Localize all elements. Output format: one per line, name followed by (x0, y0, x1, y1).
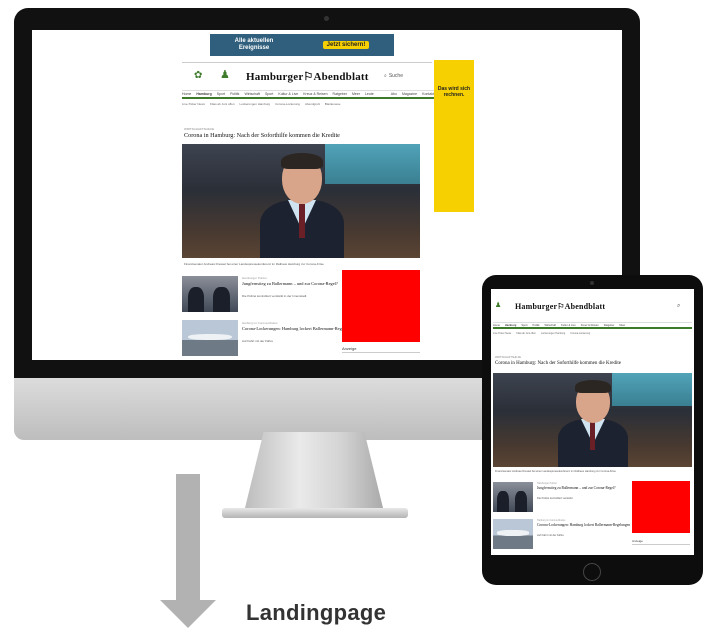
monitor-stand (244, 432, 384, 512)
main-nav: Home Hamburg Sport Politik Wirtschaft Sp… (182, 90, 434, 99)
home-button (583, 563, 601, 581)
tablet-red-ad-box[interactable] (632, 481, 690, 533)
person-figure (551, 378, 635, 467)
nav-item[interactable]: Meer (619, 324, 625, 327)
teaser-1-text: Die Polizei kontrolliert verstärkt in de… (242, 294, 307, 298)
down-arrow-icon (160, 600, 216, 628)
tablet-headline[interactable]: Corona in Hamburg: Nach der Soforthilfe … (495, 361, 621, 366)
top-link-divider (182, 62, 432, 63)
teaser-2-title[interactable]: Corona-Lockerungen: Hamburg lockert Ball… (242, 326, 356, 331)
nav-item[interactable]: Kultur & Live (561, 324, 576, 327)
tablet-teaser-2-title[interactable]: Corona-Lockerungen: Hamburg lockert Ball… (537, 523, 630, 527)
tablet-search-icon[interactable]: ⌕ (677, 303, 680, 310)
sub-nav: Live-Ticker News Kitas ab Juni offen Loc… (182, 102, 434, 108)
nav-item[interactable]: Leute (365, 92, 374, 96)
user-icon[interactable]: ♟ (220, 68, 230, 82)
article-headline[interactable]: Corona in Hamburg: Nach der Soforthilfe … (184, 132, 340, 139)
tablet-camera (590, 281, 594, 285)
subnav-item[interactable]: Corona-Lockerung (275, 102, 300, 108)
tablet-nav: Home Hamburg Sport Politik Wirtschaft Ku… (493, 322, 692, 329)
nav-item[interactable]: Sport (217, 92, 225, 96)
subnav-item[interactable]: Abendgruß (305, 102, 320, 108)
top-ad-banner[interactable]: Alle aktuellen Ereignisse Jetzt sichern! (210, 34, 394, 56)
nav-item[interactable]: Politik (230, 92, 239, 96)
search-box[interactable]: ⌕ Suche (384, 73, 403, 79)
nav-item[interactable]: Ratgeber (333, 92, 347, 96)
tablet-teaser-2-text: Auf Fahrt mit der Fähre (537, 534, 564, 537)
tablet-logo[interactable]: Hamburger⚐Abendblatt (515, 302, 605, 311)
nav-item[interactable]: Hamburg (505, 324, 516, 327)
nav-item[interactable]: Meer (352, 92, 360, 96)
nav-item[interactable]: Wirtschaft (544, 324, 556, 327)
nav-item[interactable]: Kreuz & Reisen (581, 324, 599, 327)
person-figure (252, 150, 352, 258)
tablet-side-divider (632, 544, 690, 545)
teaser-1-title[interactable]: Jungfernstieg zu Ballermann – und zur Co… (242, 281, 338, 286)
nav-item[interactable]: Politik (533, 324, 540, 327)
tablet-side-ad-label: Anzeige (632, 539, 643, 543)
site-logo[interactable]: Hamburger⚐Abendblatt (246, 70, 369, 83)
subnav-item[interactable]: Live-Ticker News (493, 332, 511, 337)
tablet-kicker: Wirtschaftshilfe (495, 356, 522, 359)
landingpage-label: Landingpage (246, 600, 387, 625)
tablet-teaser-2-kicker: Harburg im Corona-Modus (537, 519, 566, 522)
subnav-item[interactable]: Live-Ticker News (182, 102, 205, 108)
nav-item[interactable]: Sport (521, 324, 527, 327)
tablet-hero-image[interactable] (493, 373, 692, 467)
subnav-item[interactable]: Blankenese (325, 102, 341, 108)
nav-item[interactable]: Kreuz & Reisen (303, 92, 327, 96)
teaser-2-image[interactable] (182, 320, 238, 356)
red-ad-box[interactable] (342, 270, 420, 342)
teaser-1-image[interactable] (182, 276, 238, 312)
tablet-screen: ♟ Hamburger⚐Abendblatt ⌕ Home Hamburg Sp… (491, 289, 694, 555)
search-label: Suche (388, 73, 403, 79)
tablet-teaser-1-text: Die Polizei kontrolliert verstärkt (537, 497, 573, 500)
teaser-2-kicker: Harburg im Corona-Modus (242, 321, 278, 325)
nav-item[interactable]: Abo (391, 92, 397, 96)
ad-cta-button[interactable]: Jetzt sichern! (322, 41, 370, 49)
subnav-item[interactable]: Kitas ab Juni offen (210, 102, 235, 108)
side-ad-label: Anzeige (342, 346, 357, 351)
responsive-mockup-stage: Alle aktuellen Ereignisse Jetzt sichern!… (0, 0, 721, 633)
nav-item[interactable]: Hamburg (196, 92, 211, 96)
subnav-item[interactable]: Kitas ab Juni offen (516, 332, 536, 337)
search-icon: ⌕ (384, 73, 387, 79)
nav-item[interactable]: Kultur & Live (278, 92, 298, 96)
tablet-caption: Finanzsenator Andreas Dressel bei einer … (495, 470, 616, 473)
nav-item[interactable]: Home (182, 92, 191, 96)
ad-line-1: Alle aktuellen (234, 38, 274, 45)
nav-item[interactable]: Sport (265, 92, 273, 96)
ad-line-2: Ereignisse (238, 45, 270, 51)
tablet-teaser-1-image[interactable] (493, 482, 533, 512)
side-ad-skyscraper[interactable]: Das wird sich rechnen. (434, 60, 474, 212)
tablet-device: ♟ Hamburger⚐Abendblatt ⌕ Home Hamburg Sp… (482, 275, 703, 585)
nav-item[interactable]: Ratgeber (604, 324, 615, 327)
monitor-foot (222, 508, 408, 518)
app-icon[interactable]: ✿ (194, 70, 206, 82)
nav-item[interactable]: Wirtschaft (244, 92, 260, 96)
nav-item[interactable]: Home (493, 324, 500, 327)
tablet-user-icon[interactable]: ♟ (495, 301, 501, 309)
teaser-2-text: Auf Fahrt mit der Fähre (242, 339, 274, 343)
subnav-item[interactable]: Lockerungen Hamburg (541, 332, 565, 337)
tablet-teaser-1-kicker: Hamburger Polizei (537, 482, 557, 485)
tablet-subnav: Live-Ticker News Kitas ab Juni offen Loc… (493, 332, 692, 337)
teaser-1-kicker: Hamburger Polizei (242, 276, 267, 280)
nav-item[interactable]: Magazine (402, 92, 417, 96)
side-divider (342, 352, 420, 353)
down-arrow-shaft (176, 474, 200, 602)
subnav-item[interactable]: Lockerungen Hamburg (240, 102, 271, 108)
camera-dot (324, 16, 329, 21)
article-kicker: Wirtschaftshilfe (184, 127, 215, 131)
hero-image[interactable] (182, 144, 420, 258)
subnav-item[interactable]: Corona-Lockerung (570, 332, 590, 337)
tablet-teaser-2-image[interactable] (493, 519, 533, 549)
hero-caption: Finanzsenator Andreas Dressel bei einer … (184, 262, 324, 266)
tablet-teaser-1-title[interactable]: Jungfernstieg zu Ballermann – und zur Co… (537, 486, 615, 490)
nav-item[interactable]: Kontakt (422, 92, 434, 96)
